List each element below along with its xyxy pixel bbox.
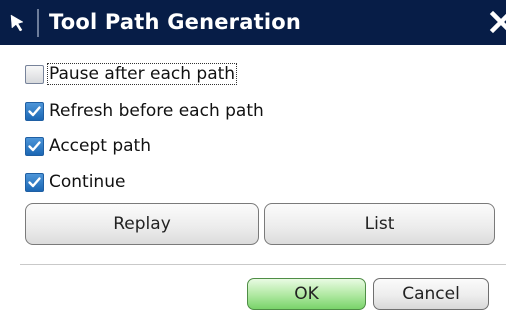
continue-label[interactable]: Continue bbox=[47, 171, 127, 193]
refresh-before-each-path-label[interactable]: Refresh before each path bbox=[47, 100, 266, 122]
check-icon bbox=[28, 140, 41, 151]
close-icon bbox=[489, 10, 506, 34]
dialog-title: Tool Path Generation bbox=[49, 10, 302, 34]
pause-after-each-path-option[interactable]: Pause after each path bbox=[25, 61, 238, 87]
list-button[interactable]: List bbox=[264, 203, 495, 245]
accept-path-option[interactable]: Accept path bbox=[25, 133, 153, 159]
check-icon bbox=[28, 105, 41, 116]
cancel-button[interactable]: Cancel bbox=[373, 278, 489, 310]
arrow-cursor-icon bbox=[8, 12, 30, 34]
ok-button[interactable]: OK bbox=[247, 278, 366, 310]
pause-after-each-path-checkbox[interactable] bbox=[25, 64, 44, 84]
refresh-before-each-path-option[interactable]: Refresh before each path bbox=[25, 98, 266, 124]
pause-after-each-path-label[interactable]: Pause after each path bbox=[47, 63, 238, 85]
divider bbox=[20, 264, 506, 265]
tool-path-generation-dialog: Tool Path Generation Pause after each pa… bbox=[0, 0, 506, 318]
title-separator bbox=[37, 9, 39, 37]
accept-path-checkbox[interactable] bbox=[25, 136, 44, 156]
check-icon bbox=[28, 176, 41, 187]
refresh-before-each-path-checkbox[interactable] bbox=[25, 101, 44, 121]
replay-button[interactable]: Replay bbox=[25, 203, 259, 245]
title-bar[interactable]: Tool Path Generation bbox=[0, 0, 506, 45]
accept-path-label[interactable]: Accept path bbox=[47, 135, 153, 157]
continue-checkbox[interactable] bbox=[25, 172, 44, 192]
close-button[interactable] bbox=[488, 5, 506, 39]
continue-option[interactable]: Continue bbox=[25, 169, 127, 195]
